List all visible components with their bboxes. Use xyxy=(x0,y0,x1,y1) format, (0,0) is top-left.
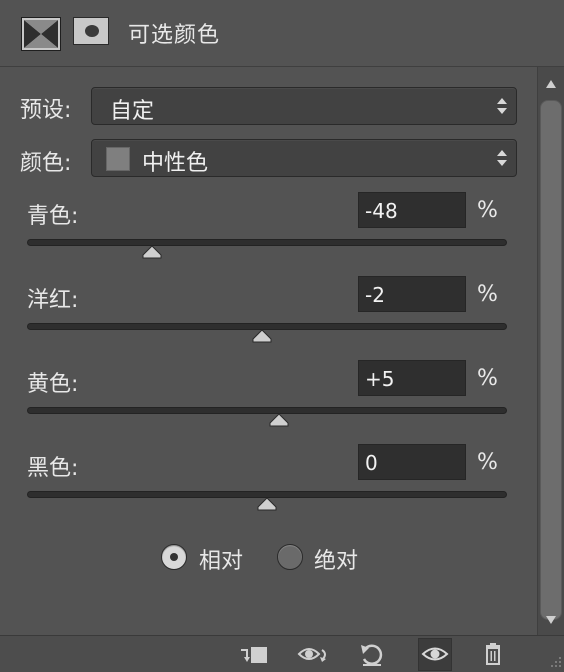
absolute-label[interactable]: 绝对 xyxy=(314,543,358,575)
relative-label[interactable]: 相对 xyxy=(199,543,243,575)
colors-dropdown[interactable]: 中性色 xyxy=(91,139,517,177)
presets-value: 自定 xyxy=(110,99,155,124)
clip-to-layer-icon[interactable] xyxy=(237,640,271,668)
yellow-input[interactable]: +5 xyxy=(358,360,466,396)
cyan-input[interactable]: -48 xyxy=(358,192,466,228)
layer-mask-icon[interactable] xyxy=(73,17,109,45)
panel-title: 可选颜色 xyxy=(128,23,221,48)
properties-content: 预设: 自定 颜色: 中性色 青色: -48 % 洋红: -2 % 黄色: +5… xyxy=(0,67,536,635)
magenta-input[interactable]: -2 xyxy=(358,276,466,312)
scroll-up-icon[interactable] xyxy=(545,79,557,89)
color-swatch xyxy=(106,147,130,171)
black-input[interactable]: 0 xyxy=(358,444,466,480)
colors-value: 中性色 xyxy=(142,151,209,176)
view-previous-state-icon[interactable] xyxy=(296,640,330,668)
dropdown-arrows-icon xyxy=(497,98,507,114)
yellow-unit: % xyxy=(477,366,498,391)
relative-radio[interactable] xyxy=(161,544,187,570)
yellow-slider-thumb[interactable] xyxy=(269,413,289,427)
cyan-slider-track[interactable] xyxy=(27,239,507,246)
trash-icon[interactable] xyxy=(476,640,510,668)
dropdown-arrows-icon xyxy=(497,150,507,166)
cyan-unit: % xyxy=(477,198,498,223)
magenta-unit: % xyxy=(477,282,498,307)
selective-color-icon[interactable] xyxy=(21,17,61,51)
yellow-slider-track[interactable] xyxy=(27,407,507,414)
panel-footer xyxy=(0,635,564,672)
reset-icon[interactable] xyxy=(355,640,389,668)
magenta-slider-thumb[interactable] xyxy=(252,329,272,343)
presets-dropdown[interactable]: 自定 xyxy=(91,87,517,125)
method-radio-group: 相对 绝对 xyxy=(0,541,536,581)
cyan-label: 青色: xyxy=(27,204,79,229)
radio-dot xyxy=(170,553,178,561)
black-slider-thumb[interactable] xyxy=(257,497,277,511)
colors-label: 颜色: xyxy=(20,151,72,176)
mask-dot xyxy=(85,25,99,37)
black-unit: % xyxy=(477,450,498,475)
yellow-label: 黄色: xyxy=(27,372,79,397)
magenta-label: 洋红: xyxy=(27,288,79,313)
panel-header: 可选颜色 xyxy=(0,0,564,67)
black-label: 黑色: xyxy=(27,456,79,481)
resize-grip-icon[interactable] xyxy=(548,656,562,670)
scroll-thumb[interactable] xyxy=(540,100,562,620)
vertical-scrollbar[interactable] xyxy=(537,67,564,635)
cyan-slider-thumb[interactable] xyxy=(142,245,162,259)
scroll-down-icon[interactable] xyxy=(545,615,557,625)
absolute-radio[interactable] xyxy=(277,544,303,570)
visibility-eye-icon[interactable] xyxy=(418,638,452,671)
presets-label: 预设: xyxy=(20,98,72,123)
